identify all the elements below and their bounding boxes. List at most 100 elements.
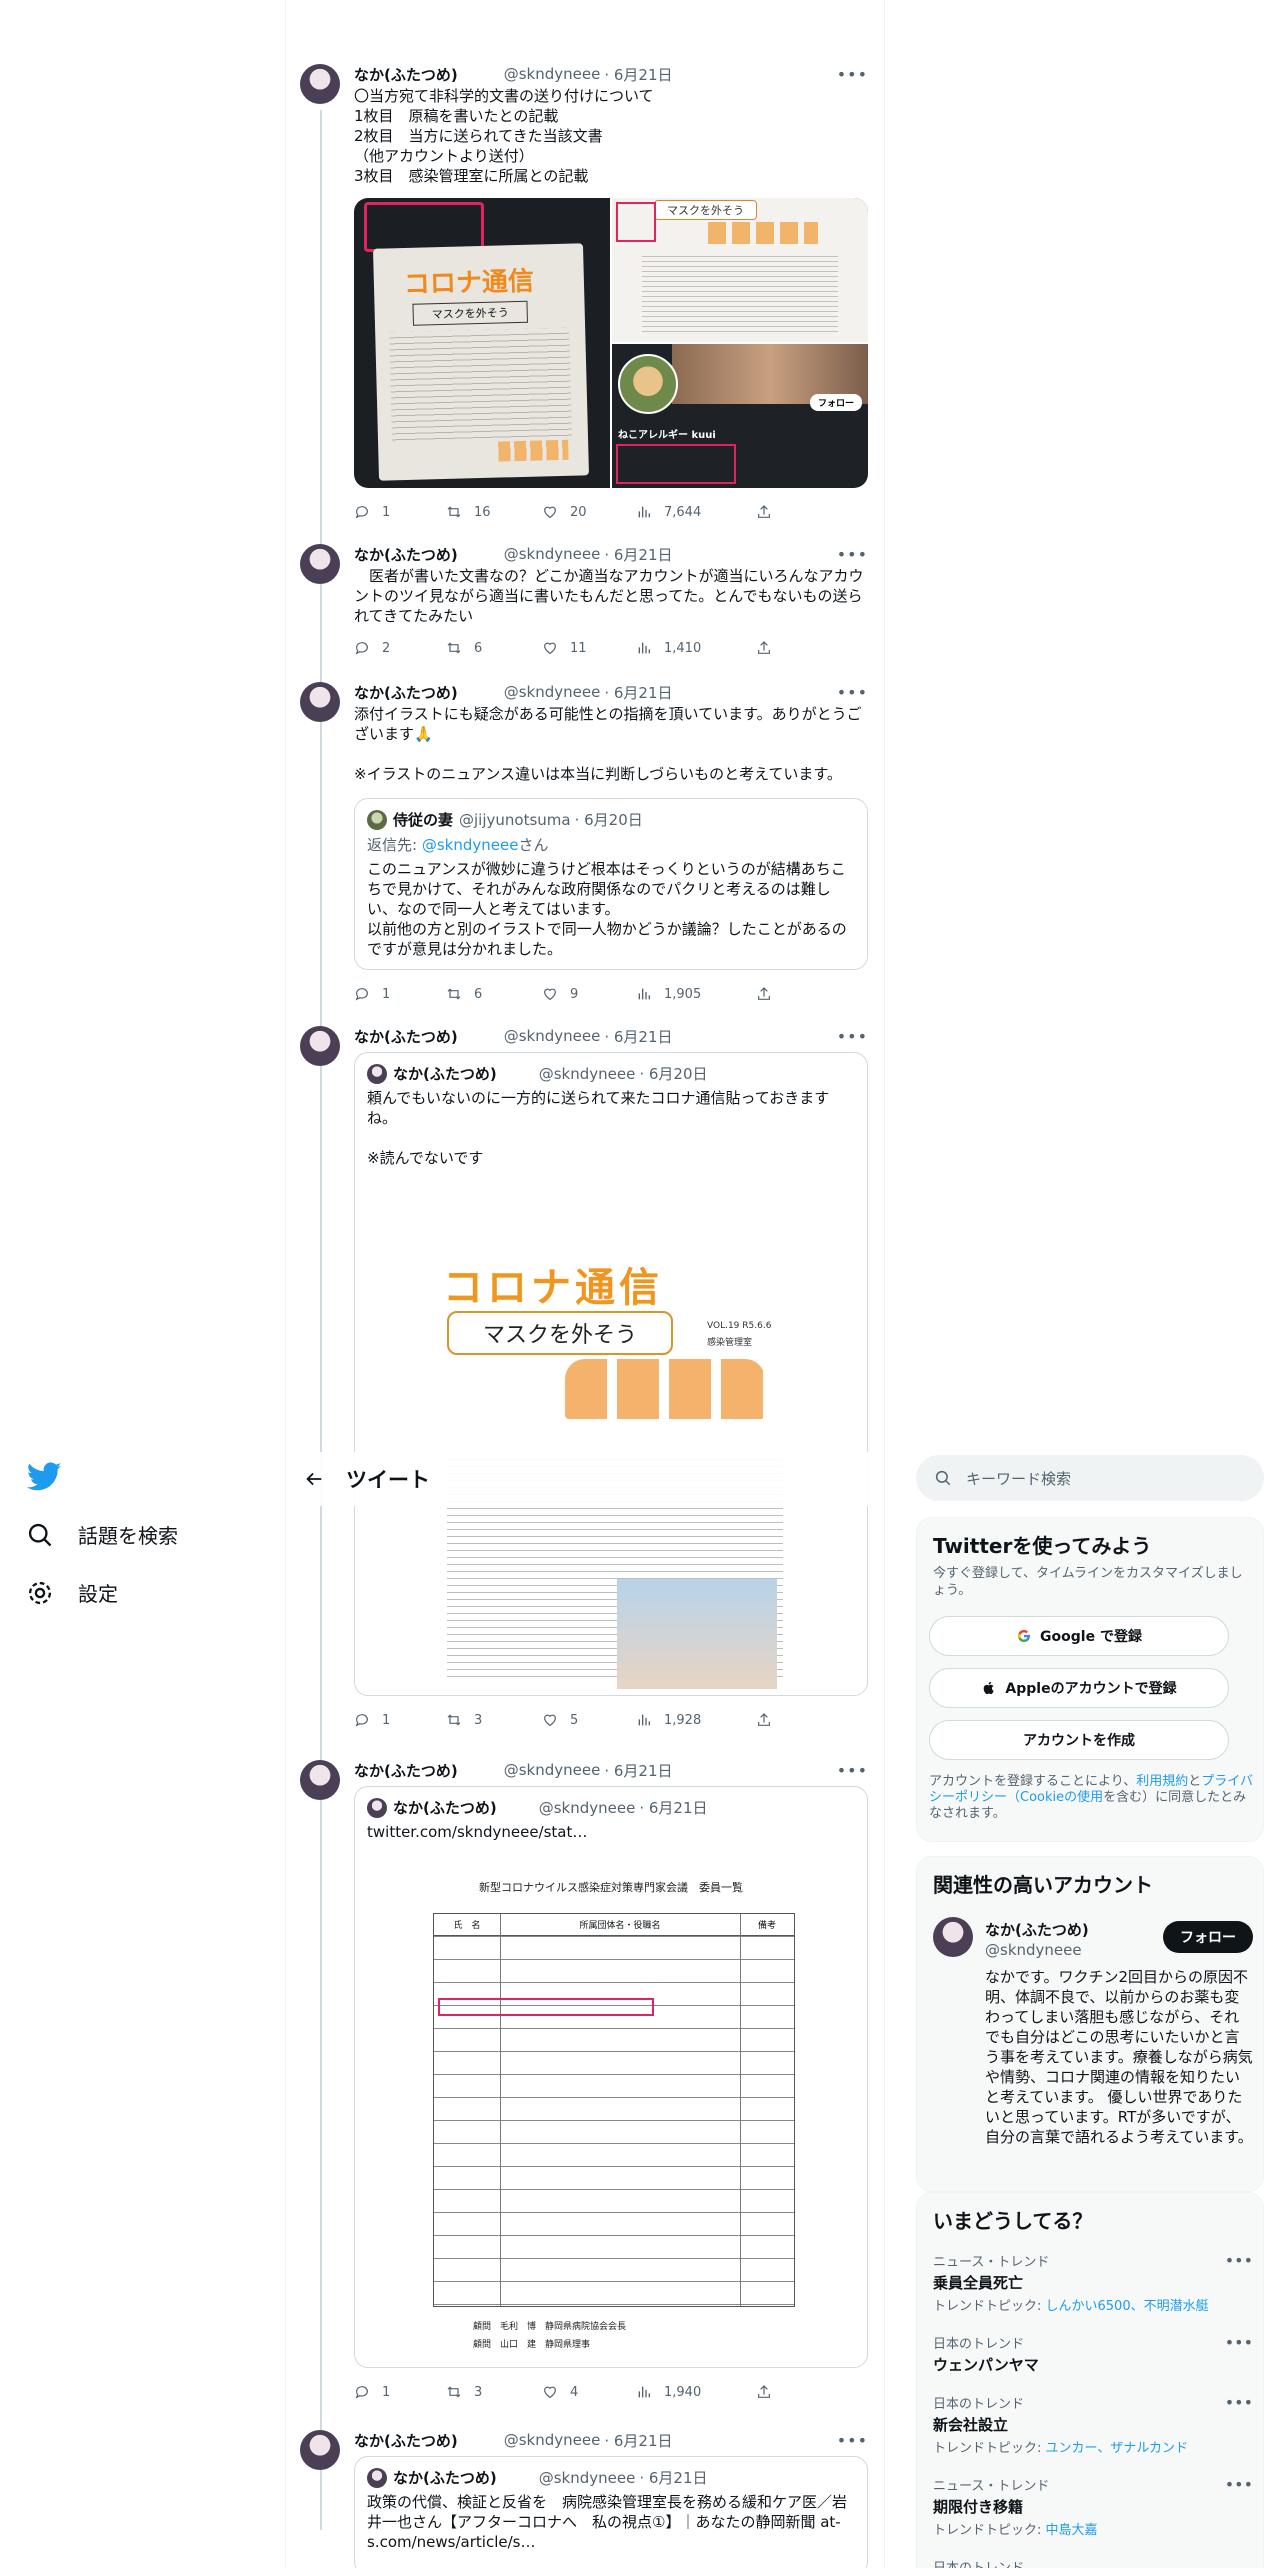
views-button[interactable]: 1,905 [636, 986, 756, 1002]
avatar[interactable] [300, 64, 340, 104]
tweet-date[interactable]: · 6月21日 [604, 64, 672, 85]
tweet-author-handle[interactable]: @skndyneee [504, 65, 601, 83]
share-button[interactable] [756, 2384, 772, 2400]
avatar[interactable] [300, 2430, 340, 2470]
nav-explore[interactable]: 話題を検索 [26, 1520, 178, 1549]
quote-image[interactable]: コロナ通信 マスクを外そう VOL.19 R5.6.6 感染管理室 [355, 1193, 867, 1695]
tweet-author-handle[interactable]: @skndyneee [504, 1027, 601, 1045]
trend-topics[interactable]: しんかい6500、不明潜水艇 [1046, 2299, 1209, 2314]
avatar[interactable] [933, 1917, 973, 1957]
related-account-name[interactable]: なか(ふたつめ) [985, 1919, 1089, 1940]
quoted-tweet[interactable]: なか(ふたつめ) @skndyneee · 6月21日 twitter.com/… [354, 1786, 868, 2368]
like-button[interactable]: 5 [542, 1712, 636, 1728]
tweet[interactable]: なか(ふたつめ) @skndyneee · 6月21日 ••• なか(ふたつめ)… [286, 1026, 884, 1736]
terms-link[interactable]: 利用規約 [1136, 1774, 1188, 1789]
trend-topics[interactable]: 中島大嘉 [1046, 2523, 1098, 2538]
reply-button[interactable]: 1 [354, 986, 446, 1002]
tweet[interactable]: なか(ふたつめ) @skndyneee · 6月21日 ••• 添付イラストにも… [286, 682, 884, 1012]
trend-item[interactable]: ニュース・トレンド 期限付き移籍 トレンドトピック: 中島大嘉 ••• [933, 2475, 1253, 2538]
quote-date: · 6月21日 [639, 2469, 708, 2487]
quoted-tweet[interactable]: なか(ふたつめ) @skndyneee · 6月20日 頼んでもいないのに一方的… [354, 1052, 868, 1696]
apple-signup-button[interactable]: Appleのアカウントで登録 [929, 1668, 1229, 1708]
quote-document-image[interactable]: 新型コロナウイルス感染症対策専門家会議 委員一覧 氏 名 所属団体名・役職名 備… [355, 1863, 867, 2367]
reply-button[interactable]: 2 [354, 640, 446, 656]
tweet-author-name[interactable]: なか(ふたつめ) [354, 682, 458, 703]
media-image-2[interactable]: マスクを外そう [612, 198, 868, 342]
views-button[interactable]: 1,928 [636, 1712, 756, 1728]
more-icon[interactable]: ••• [1225, 2251, 1253, 2270]
trend-topics[interactable]: ユンカー、ザナルカンド [1046, 2441, 1188, 2456]
tweet-author-handle[interactable]: @skndyneee [504, 1761, 601, 1779]
tweet-date[interactable]: · 6月21日 [604, 682, 672, 703]
tweet-author-name[interactable]: なか(ふたつめ) [354, 1026, 458, 1047]
trend-item[interactable]: ニュース・トレンド 乗員全員死亡 トレンドトピック: しんかい6500、不明潜水… [933, 2251, 1253, 2314]
tweet[interactable]: なか(ふたつめ) @skndyneee · 6月21日 ••• 医者が書いた文書… [286, 544, 884, 674]
retweet-button[interactable]: 6 [446, 640, 542, 656]
share-button[interactable] [756, 1712, 772, 1728]
tweet-author-name[interactable]: なか(ふたつめ) [354, 64, 458, 85]
trend-item[interactable]: 日本のトレンド ウェンパンヤマ ••• [933, 2333, 1253, 2375]
like-button[interactable]: 11 [542, 640, 636, 656]
quoted-tweet[interactable]: 侍従の妻 @jijyunotsuma · 6月20日 返信先: @skndyne… [354, 798, 868, 970]
views-button[interactable]: 1,410 [636, 640, 756, 656]
more-icon[interactable]: ••• [837, 683, 868, 702]
like-button[interactable]: 9 [542, 986, 636, 1002]
tweet-author-name[interactable]: なか(ふたつめ) [354, 544, 458, 565]
tweet-author-name[interactable]: なか(ふたつめ) [354, 1760, 458, 1781]
retweet-button[interactable]: 3 [446, 1712, 542, 1728]
tweet-author-handle[interactable]: @skndyneee [504, 2431, 601, 2449]
like-button[interactable]: 4 [542, 2384, 636, 2400]
trend-item[interactable]: 日本のトレンド [933, 2557, 1253, 2568]
reply-to-link[interactable]: @skndyneee [422, 836, 519, 854]
tweet-date[interactable]: · 6月21日 [604, 2430, 672, 2451]
like-button[interactable]: 20 [542, 504, 636, 520]
reply-button[interactable]: 1 [354, 2384, 446, 2400]
quoted-tweet[interactable]: なか(ふたつめ) @skndyneee · 6月21日 政策の代償、検証と反省を… [354, 2456, 868, 2568]
retweet-button[interactable]: 16 [446, 504, 542, 520]
nav-settings[interactable]: 設定 [26, 1578, 118, 1607]
tweet-author-handle[interactable]: @skndyneee [504, 683, 601, 701]
avatar[interactable] [300, 682, 340, 722]
tweet[interactable]: なか(ふたつめ) @skndyneee · 6月21日 ••• なか(ふたつめ)… [286, 1760, 884, 2400]
tweet-author-name[interactable]: なか(ふたつめ) [354, 2430, 458, 2451]
twitter-bird-icon[interactable] [26, 1458, 62, 1494]
more-icon[interactable]: ••• [1225, 2475, 1253, 2494]
create-account-button[interactable]: アカウントを作成 [929, 1720, 1229, 1760]
media-image-3[interactable]: フォロー ねこアレルギー kuui [612, 344, 868, 488]
views-button[interactable]: 1,940 [636, 2384, 756, 2400]
retweet-button[interactable]: 6 [446, 986, 542, 1002]
trend-item[interactable]: 日本のトレンド 新会社設立 トレンドトピック: ユンカー、ザナルカンド ••• [933, 2393, 1253, 2456]
signup-title: Twitterを使ってみよう [933, 1534, 1152, 1558]
media-image-1[interactable]: コロナ通信 マスクを外そう [354, 198, 610, 488]
more-icon[interactable]: ••• [837, 65, 868, 84]
retweet-button[interactable]: 3 [446, 2384, 542, 2400]
quote-author-name: なか(ふたつめ) [393, 2469, 497, 2487]
search-input[interactable]: キーワード検索 [916, 1455, 1264, 1501]
follow-button[interactable]: フォロー [1163, 1921, 1253, 1953]
reply-button[interactable]: 1 [354, 1712, 446, 1728]
tweet-date[interactable]: · 6月21日 [604, 544, 672, 565]
reply-button[interactable]: 1 [354, 504, 446, 520]
more-icon[interactable]: ••• [837, 545, 868, 564]
tweet-media-grid[interactable]: コロナ通信 マスクを外そう マスクを外そう フォロー ねこアレルギー kuui [354, 198, 868, 488]
tweet-author-handle[interactable]: @skndyneee [504, 545, 601, 563]
more-icon[interactable]: ••• [1225, 2393, 1253, 2412]
tweet-date[interactable]: · 6月21日 [604, 1026, 672, 1047]
more-icon[interactable]: ••• [837, 2431, 868, 2450]
avatar[interactable] [300, 544, 340, 584]
more-icon[interactable]: ••• [837, 1761, 868, 1780]
avatar[interactable] [300, 1760, 340, 1800]
share-button[interactable] [756, 640, 772, 656]
related-account-handle[interactable]: @skndyneee [985, 1941, 1082, 1959]
tweet[interactable]: なか(ふたつめ) @skndyneee · 6月21日 ••• なか(ふたつめ)… [286, 2430, 884, 2568]
tweet-date[interactable]: · 6月21日 [604, 1760, 672, 1781]
tweet[interactable]: なか(ふたつめ) @skndyneee · 6月21日 ••• 〇当方宛て非科学… [286, 64, 884, 534]
share-button[interactable] [756, 986, 772, 1002]
back-button[interactable] [286, 1468, 342, 1490]
views-button[interactable]: 7,644 [636, 504, 756, 520]
avatar[interactable] [300, 1026, 340, 1066]
more-icon[interactable]: ••• [837, 1027, 868, 1046]
share-button[interactable] [756, 504, 772, 520]
google-signup-button[interactable]: Google で登録 [929, 1616, 1229, 1656]
more-icon[interactable]: ••• [1225, 2333, 1253, 2352]
